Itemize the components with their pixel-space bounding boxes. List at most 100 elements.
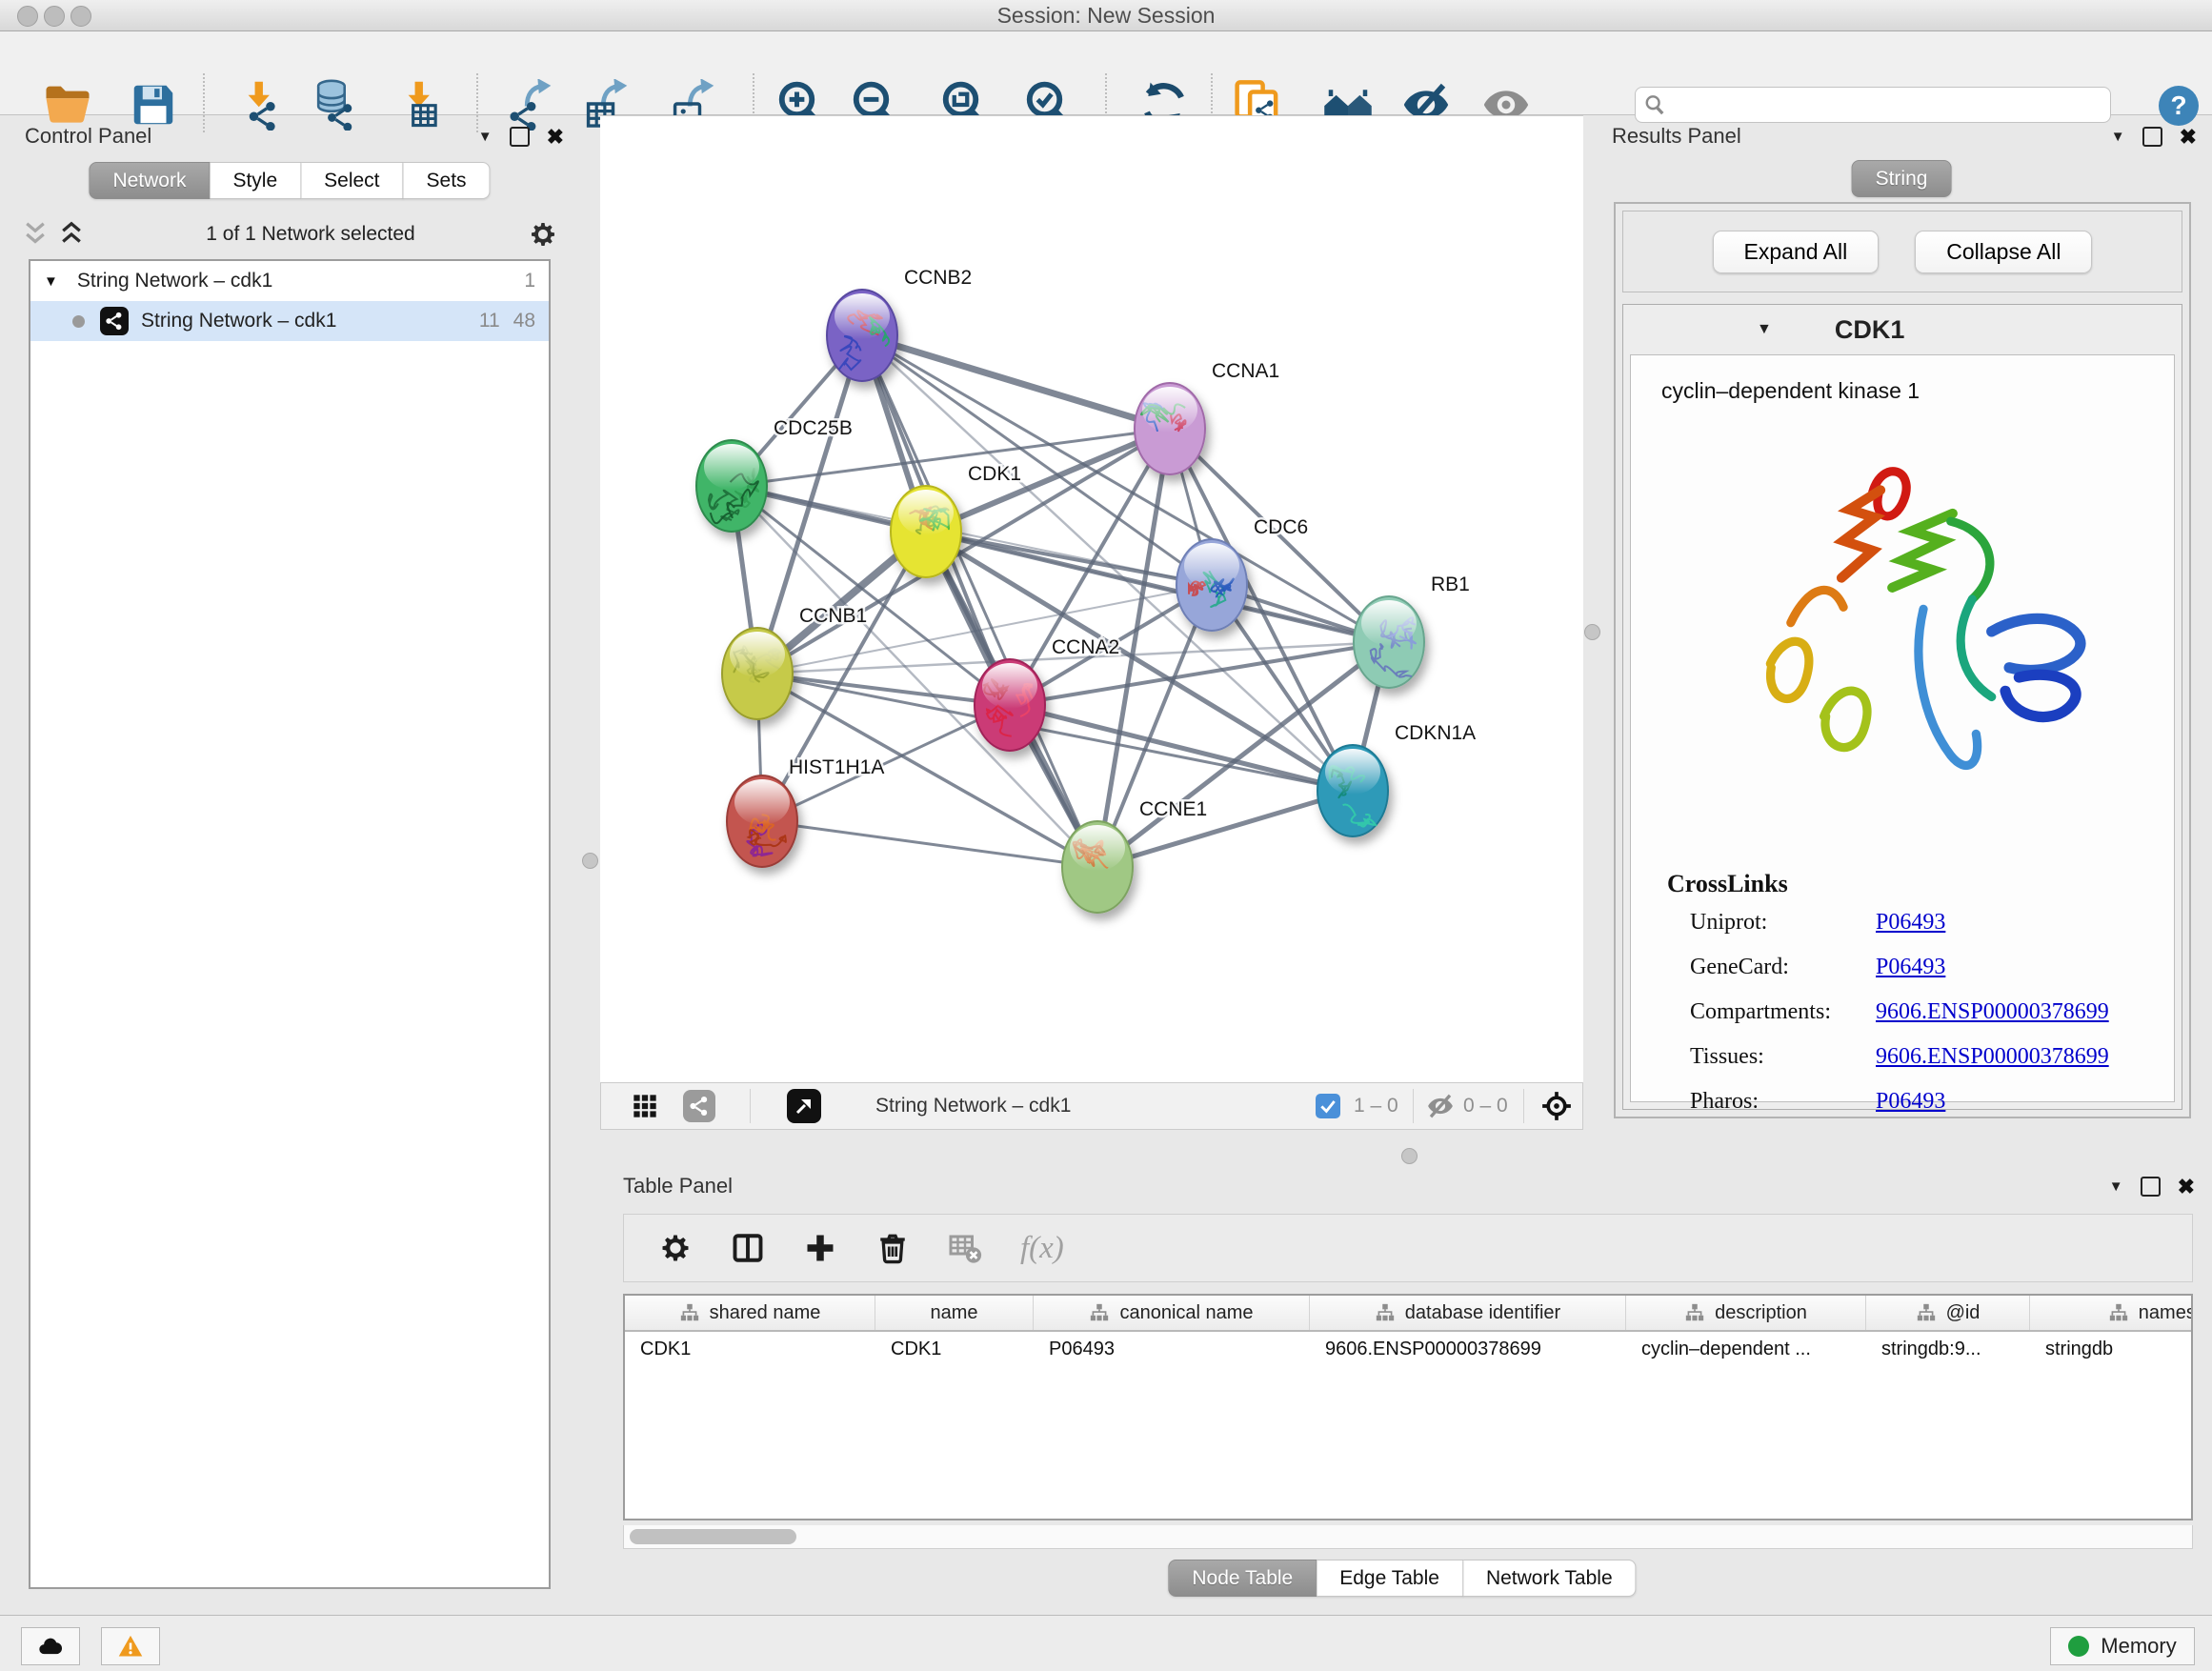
tab-node-table[interactable]: Node Table: [1168, 1560, 1317, 1597]
expand-all-networks-icon[interactable]: [57, 220, 86, 249]
network-edge[interactable]: [862, 335, 1097, 867]
help-button[interactable]: ?: [2159, 86, 2199, 126]
network-options-gear-icon[interactable]: [528, 219, 558, 250]
network-edge[interactable]: [862, 335, 1389, 642]
crosslink-link[interactable]: 9606.ENSP00000378699: [1876, 999, 2109, 1024]
birds-eye-crosshair-icon[interactable]: [1540, 1090, 1573, 1122]
cloud-status-button[interactable]: [21, 1627, 80, 1665]
network-edge[interactable]: [762, 821, 1097, 867]
network-label: String Network – cdk1: [141, 310, 466, 332]
network-node-CDC6[interactable]: CDC6: [1176, 516, 1308, 631]
tab-select[interactable]: Select: [301, 162, 403, 199]
table-panel-menu-icon[interactable]: ▼: [2109, 1178, 2123, 1195]
network-view-canvas[interactable]: CCNB2CCNA1CDC25BCDK1CDC6RB1CCNB1CCNA2CDK…: [600, 115, 1583, 1083]
network-node-HIST1H1A[interactable]: HIST1H1A: [727, 756, 884, 867]
cell-name[interactable]: CDK1: [875, 1339, 1034, 1360]
network-badge-button[interactable]: [683, 1090, 715, 1122]
network-node-CCNA2[interactable]: CCNA2: [975, 636, 1119, 751]
results-panel-menu-icon[interactable]: ▼: [2111, 129, 2125, 145]
tab-style[interactable]: Style: [210, 162, 301, 199]
column-header-database-identifier[interactable]: database identifier: [1310, 1296, 1626, 1330]
save-session-button[interactable]: [128, 79, 179, 131]
collection-expand-icon[interactable]: ▼: [44, 273, 58, 290]
gene-collapse-icon[interactable]: ▼: [1757, 321, 1772, 338]
column-header-shared-name[interactable]: shared name: [625, 1296, 875, 1330]
network-collection-row[interactable]: ▼ String Network – cdk1 1: [30, 261, 549, 301]
export-network-button[interactable]: [506, 79, 557, 131]
table-row[interactable]: CDK1 CDK1 P06493 9606.ENSP00000378699 cy…: [625, 1332, 2191, 1366]
results-panel: Results Panel ▼ ✖ String Expand All Coll…: [1599, 124, 2204, 1136]
show-columns-icon[interactable]: [731, 1231, 765, 1265]
column-header-canonical-name[interactable]: canonical name: [1034, 1296, 1310, 1330]
network-node-CCNA1[interactable]: CCNA1: [1135, 360, 1279, 474]
detach-view-button[interactable]: [787, 1089, 821, 1123]
network-node-CDKN1A[interactable]: CDKN1A: [1317, 722, 1476, 836]
crosslink-link[interactable]: P06493: [1876, 955, 1945, 979]
import-network-database-button[interactable]: [309, 79, 360, 131]
control-panel-menu-icon[interactable]: ▼: [478, 129, 493, 145]
delete-column-icon[interactable]: [875, 1231, 910, 1265]
collection-count: 1: [524, 270, 535, 292]
string-results-box: Expand All Collapse All ▼ CDK1 cyclin–de…: [1614, 202, 2191, 1118]
hidden-eye-slash-icon[interactable]: [1426, 1092, 1455, 1120]
control-panel-float-icon[interactable]: [510, 127, 530, 147]
network-edge[interactable]: [862, 335, 1170, 429]
import-table-button[interactable]: [394, 79, 446, 131]
cell-namespace[interactable]: stringdb: [2030, 1339, 2193, 1360]
share-icon: [105, 312, 124, 331]
crosslink-label: GeneCard:: [1690, 955, 1789, 979]
cell-database-identifier[interactable]: 9606.ENSP00000378699: [1310, 1339, 1626, 1360]
table-options-gear-icon[interactable]: [658, 1231, 693, 1265]
cell-id[interactable]: stringdb:9...: [1866, 1339, 2030, 1360]
cell-shared-name[interactable]: CDK1: [625, 1339, 875, 1360]
column-header-namespace[interactable]: namespace: [2030, 1296, 2193, 1330]
results-panel-close-icon[interactable]: ✖: [2180, 129, 2197, 145]
network-edge[interactable]: [926, 532, 1389, 642]
crosslink-link[interactable]: 9606.ENSP00000378699: [1876, 1044, 2109, 1069]
add-column-icon[interactable]: [803, 1231, 837, 1265]
search-input[interactable]: [1635, 87, 2111, 123]
network-edge[interactable]: [757, 674, 1010, 705]
control-panel-close-icon[interactable]: ✖: [547, 129, 564, 145]
node-label: CCNB2: [904, 267, 972, 289]
table-tabs: Node Table Edge Table Network Table: [1168, 1560, 1636, 1597]
expand-all-button[interactable]: Expand All: [1713, 231, 1880, 273]
table-horizontal-scrollbar[interactable]: [623, 1525, 2193, 1549]
column-header-id[interactable]: @id: [1866, 1296, 2030, 1330]
column-header-description[interactable]: description: [1626, 1296, 1866, 1330]
results-panel-float-icon[interactable]: [2142, 127, 2162, 147]
crosslink-link[interactable]: P06493: [1876, 1089, 1945, 1114]
node-label: CDKN1A: [1395, 722, 1476, 744]
network-edge[interactable]: [1097, 791, 1353, 867]
node-label: CDC6: [1254, 516, 1308, 538]
cell-canonical-name[interactable]: P06493: [1034, 1339, 1310, 1360]
network-node-CCNB1[interactable]: CCNB1: [722, 605, 867, 719]
grid-view-icon[interactable]: [632, 1093, 658, 1119]
scrollbar-thumb[interactable]: [630, 1529, 796, 1544]
import-network-file-button[interactable]: [234, 79, 286, 131]
memory-button[interactable]: Memory: [2050, 1627, 2195, 1665]
splitter-grip[interactable]: [1401, 1148, 1418, 1164]
collapse-all-button[interactable]: Collapse All: [1915, 231, 2092, 273]
tab-sets[interactable]: Sets: [404, 162, 491, 199]
selected-nodes-checkbox[interactable]: [1316, 1094, 1340, 1118]
column-header-name[interactable]: name: [875, 1296, 1034, 1330]
footer-separator: [1413, 1089, 1414, 1123]
tab-edge-table[interactable]: Edge Table: [1317, 1560, 1463, 1597]
collapse-all-networks-icon[interactable]: [21, 220, 50, 249]
gene-section-header[interactable]: ▼ CDK1: [1623, 305, 2182, 354]
crosslink-link[interactable]: P06493: [1876, 910, 1945, 935]
table-panel-float-icon[interactable]: [2141, 1177, 2161, 1197]
tab-string[interactable]: String: [1852, 160, 1952, 197]
network-row[interactable]: String Network – cdk1 11 48: [30, 301, 549, 341]
cell-description[interactable]: cyclin–dependent ...: [1626, 1339, 1866, 1360]
open-session-button[interactable]: [42, 79, 93, 131]
splitter-grip[interactable]: [582, 853, 598, 869]
network-collection-icon: [1375, 1302, 1396, 1323]
network-node-RB1[interactable]: RB1: [1354, 574, 1470, 688]
tab-network-table[interactable]: Network Table: [1463, 1560, 1637, 1597]
tab-network[interactable]: Network: [89, 162, 210, 199]
warnings-button[interactable]: [101, 1627, 160, 1665]
table-panel-close-icon[interactable]: ✖: [2178, 1178, 2195, 1195]
node-label: RB1: [1431, 574, 1470, 595]
